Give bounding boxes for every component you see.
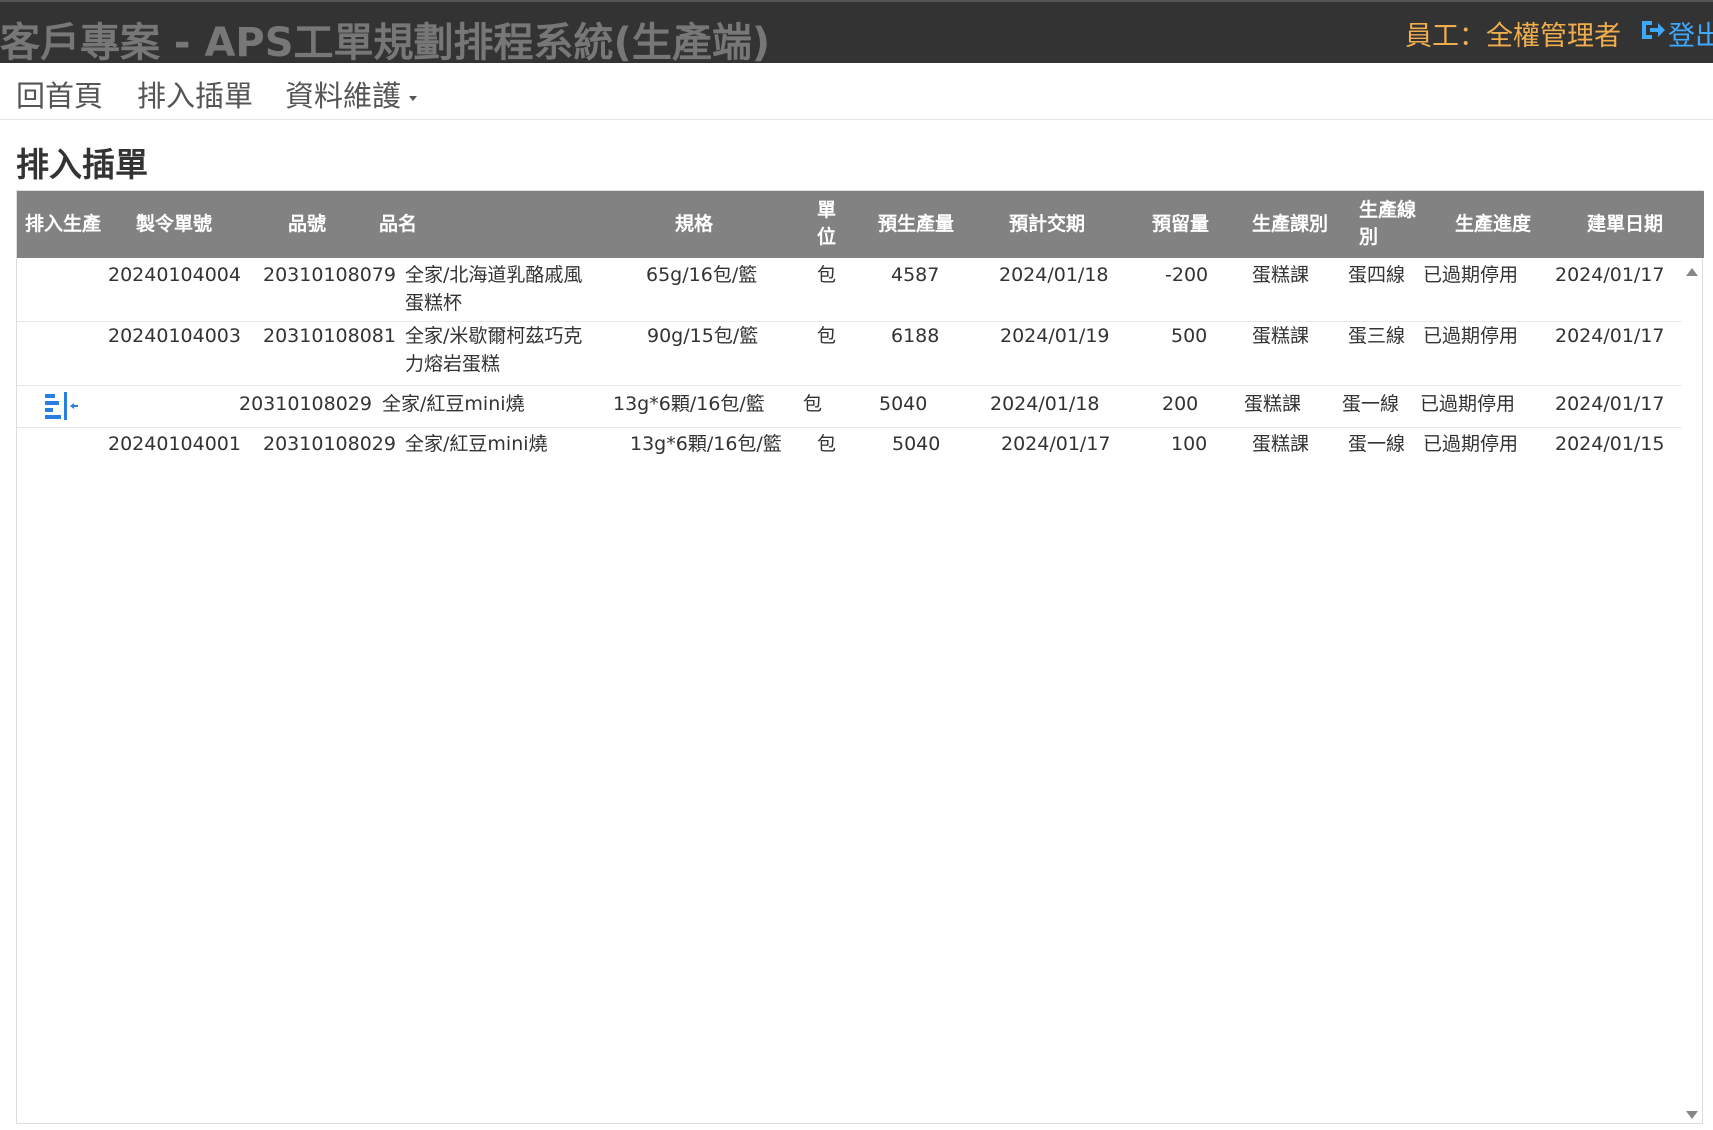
grid-header: 排入生產 製令單號 品號 品名 規格 單位 預生產量 預計交期 預留量 生產課別… bbox=[17, 191, 1704, 258]
cell-item-no: 20310108029 bbox=[239, 393, 372, 415]
cell-planned-qty: 5040 bbox=[892, 433, 941, 455]
cell-section: 蛋糕課 bbox=[1252, 264, 1310, 286]
cell-item-name: 全家/北海道乳酪戚風蛋糕杯 bbox=[405, 264, 583, 314]
nav-data-maintenance-dropdown[interactable]: 資料維護 bbox=[285, 73, 418, 115]
cell-progress: 已過期停用 bbox=[1423, 325, 1519, 347]
cell-planned-qty: 4587 bbox=[891, 264, 940, 286]
grid-body: 20240104004 20310108079 全家/北海道乳酪戚風蛋糕杯 65… bbox=[17, 258, 1684, 1123]
cell-section: 蛋糕課 bbox=[1252, 325, 1310, 347]
cell-created-date: 2024/01/17 bbox=[1555, 264, 1665, 286]
insert-production-icon bbox=[44, 391, 80, 421]
col-reserve-qty[interactable]: 預留量 bbox=[1152, 211, 1209, 238]
cell-reserve-qty: 500 bbox=[1171, 325, 1208, 347]
cell-planned-qty: 6188 bbox=[891, 325, 940, 347]
table-row[interactable]: 20310108029 全家/紅豆mini燒 13g*6顆/16包/籃 包 50… bbox=[17, 386, 1684, 428]
cell-due-date: 2024/01/18 bbox=[990, 393, 1100, 415]
cell-unit: 包 bbox=[803, 393, 823, 415]
cell-item-no: 20310108079 bbox=[263, 264, 396, 286]
top-header: 客戶專案 - APS工單規劃排程系統(生產端) 員工：全權管理者 登出 bbox=[0, 0, 1713, 66]
cell-spec: 65g/16包/籃 bbox=[646, 264, 758, 286]
cell-unit: 包 bbox=[817, 433, 837, 455]
col-due-date[interactable]: 預計交期 bbox=[1009, 211, 1085, 238]
scroll-down-arrow-icon[interactable] bbox=[1686, 1111, 1698, 1119]
cell-progress: 已過期停用 bbox=[1423, 264, 1519, 286]
cell-line: 蛋三線 bbox=[1348, 325, 1406, 347]
cell-due-date: 2024/01/19 bbox=[1000, 325, 1110, 347]
cell-order-no: 20240104004 bbox=[108, 264, 241, 286]
cell-unit: 包 bbox=[817, 264, 837, 286]
cell-item-name: 全家/紅豆mini燒 bbox=[405, 433, 548, 455]
cell-spec: 90g/15包/籃 bbox=[647, 325, 759, 347]
table-row[interactable]: 20240104001 20310108029 全家/紅豆mini燒 13g*6… bbox=[17, 428, 1684, 466]
nav-bar: 回首頁 排入插單 資料維護 bbox=[0, 63, 1713, 120]
col-progress[interactable]: 生產進度 bbox=[1455, 211, 1531, 238]
logout-label: 登出 bbox=[1668, 21, 1713, 52]
cell-unit: 包 bbox=[817, 325, 837, 347]
cell-reserve-qty: -200 bbox=[1165, 264, 1209, 286]
scroll-up-arrow-icon[interactable] bbox=[1686, 268, 1698, 276]
cell-created-date: 2024/01/17 bbox=[1555, 325, 1665, 347]
cell-item-name: 全家/米歇爾柯茲巧克力熔岩蛋糕 bbox=[405, 325, 583, 375]
cell-line: 蛋四線 bbox=[1348, 264, 1406, 286]
cell-created-date: 2024/01/17 bbox=[1555, 393, 1665, 415]
col-planned-qty[interactable]: 預生產量 bbox=[878, 211, 954, 238]
user-info: 員工：全權管理者 bbox=[1405, 21, 1621, 52]
col-spec[interactable]: 規格 bbox=[675, 211, 713, 238]
app-title: 客戶專案 - APS工單規劃排程系統(生產端) bbox=[0, 20, 771, 66]
cell-item-no: 20310108029 bbox=[263, 433, 396, 455]
table-row[interactable]: 20240104003 20310108081 全家/米歇爾柯茲巧克力熔岩蛋糕 … bbox=[17, 322, 1684, 386]
cell-due-date: 2024/01/17 bbox=[1001, 433, 1111, 455]
cell-created-date: 2024/01/15 bbox=[1555, 433, 1665, 455]
cell-progress: 已過期停用 bbox=[1420, 393, 1516, 415]
cell-section: 蛋糕課 bbox=[1252, 433, 1310, 455]
cell-spec: 13g*6顆/16包/籃 bbox=[613, 393, 765, 415]
insert-order-grid: 排入生產 製令單號 品號 品名 規格 單位 預生產量 預計交期 預留量 生產課別… bbox=[16, 190, 1704, 1124]
nav-home[interactable]: 回首頁 bbox=[16, 73, 103, 115]
cell-line: 蛋一線 bbox=[1348, 433, 1406, 455]
cell-progress: 已過期停用 bbox=[1423, 433, 1519, 455]
col-item-name[interactable]: 品名 bbox=[379, 211, 417, 238]
cell-spec: 13g*6顆/16包/籃 bbox=[630, 433, 782, 455]
col-created-date[interactable]: 建單日期 bbox=[1587, 211, 1663, 238]
col-unit[interactable]: 單位 bbox=[817, 197, 839, 251]
insert-production-button[interactable] bbox=[44, 391, 80, 421]
logout-icon bbox=[1638, 16, 1666, 51]
col-order-no[interactable]: 製令單號 bbox=[136, 211, 212, 238]
nav-insert-order[interactable]: 排入插單 bbox=[137, 73, 253, 115]
cell-planned-qty: 5040 bbox=[879, 393, 928, 415]
col-item-no[interactable]: 品號 bbox=[288, 211, 326, 238]
page-title: 排入插單 bbox=[16, 145, 148, 184]
col-insert-production[interactable]: 排入生產 bbox=[25, 211, 101, 238]
cell-reserve-qty: 200 bbox=[1162, 393, 1199, 415]
cell-order-no: 20240104003 bbox=[108, 325, 241, 347]
grid-scrollbar[interactable] bbox=[1682, 258, 1702, 1123]
col-line[interactable]: 生產線別 bbox=[1359, 197, 1423, 251]
cell-line: 蛋一線 bbox=[1342, 393, 1400, 415]
nav-data-maintenance-label: 資料維護 bbox=[285, 79, 402, 113]
caret-down-icon bbox=[409, 95, 418, 101]
cell-reserve-qty: 100 bbox=[1171, 433, 1208, 455]
col-section[interactable]: 生產課別 bbox=[1252, 211, 1328, 238]
logout-button[interactable]: 登出 bbox=[1638, 14, 1713, 53]
cell-section: 蛋糕課 bbox=[1244, 393, 1302, 415]
table-row[interactable]: 20240104004 20310108079 全家/北海道乳酪戚風蛋糕杯 65… bbox=[17, 258, 1684, 322]
cell-order-no: 20240104001 bbox=[108, 433, 241, 455]
cell-due-date: 2024/01/18 bbox=[999, 264, 1109, 286]
cell-item-no: 20310108081 bbox=[263, 325, 396, 347]
cell-item-name: 全家/紅豆mini燒 bbox=[382, 393, 525, 415]
